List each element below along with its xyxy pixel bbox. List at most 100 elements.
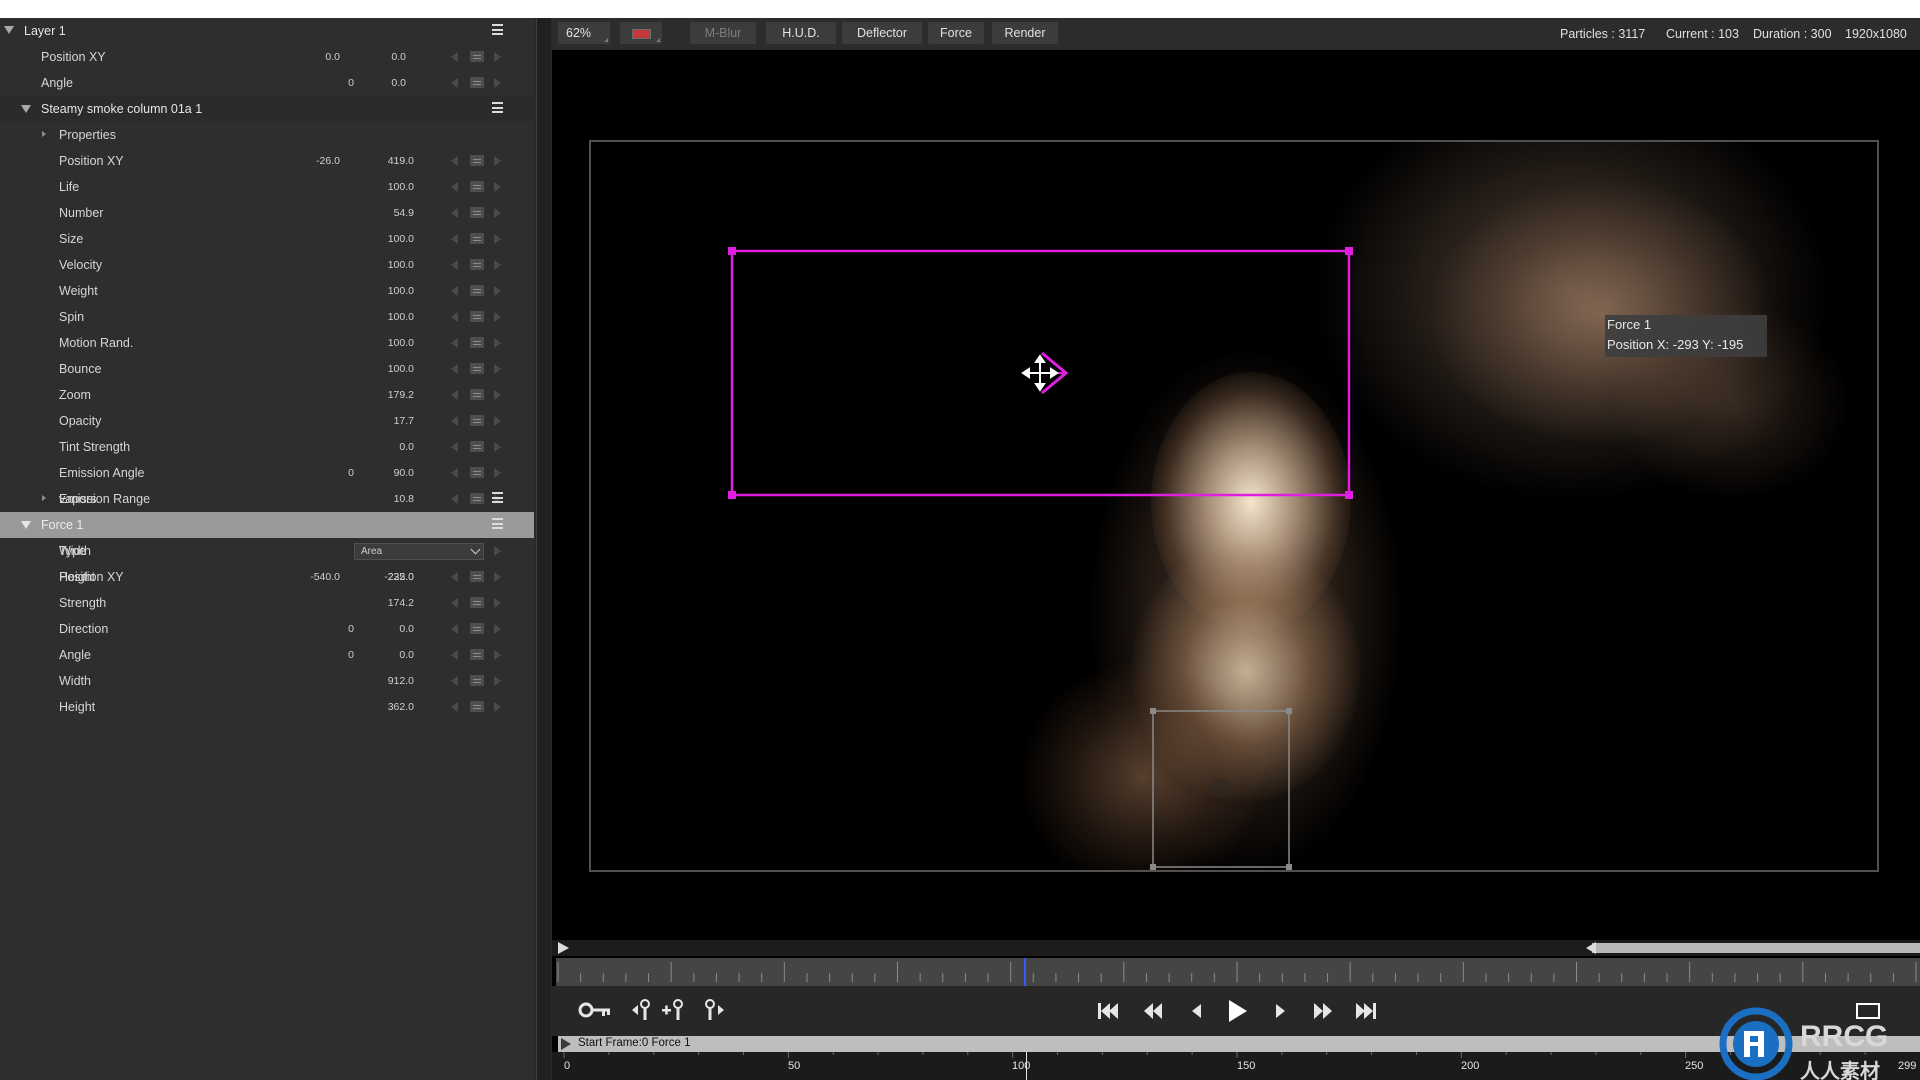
param-value[interactable]: 17.7 xyxy=(344,415,414,427)
step-forward-icon[interactable] xyxy=(1276,1004,1285,1018)
zoom-dropdown[interactable]: 62% xyxy=(558,22,610,44)
background-color-button[interactable] xyxy=(620,22,662,44)
param-row[interactable]: Zoom 179.2 xyxy=(0,382,534,408)
param-row[interactable]: Position XY -540.0 -225.0 xyxy=(0,564,534,590)
param-row[interactable]: Angle 0 0.0 xyxy=(0,70,534,96)
next-key-icon[interactable] xyxy=(494,468,501,478)
playhead[interactable] xyxy=(1024,958,1027,986)
next-key-icon[interactable] xyxy=(494,260,501,270)
prev-key-icon[interactable] xyxy=(451,260,458,270)
collapse-triangle-icon[interactable] xyxy=(21,521,31,529)
next-key-icon[interactable] xyxy=(494,156,501,166)
key-toggle-icon[interactable] xyxy=(470,207,484,218)
mblur-button[interactable]: M-Blur xyxy=(690,22,756,44)
keyframe-controls[interactable] xyxy=(448,180,508,194)
prev-key-icon[interactable] xyxy=(451,208,458,218)
param-value-y[interactable]: 0.0 xyxy=(336,51,406,63)
keyframe-controls[interactable] xyxy=(448,284,508,298)
type-row[interactable]: Type Area xyxy=(0,538,534,564)
param-value[interactable]: 179.2 xyxy=(344,389,414,401)
keyframe-controls[interactable] xyxy=(448,362,508,376)
rewind-icon[interactable] xyxy=(1144,1003,1162,1019)
prev-key-icon[interactable] xyxy=(451,676,458,686)
keyframe-controls[interactable] xyxy=(448,622,508,636)
prev-key-icon[interactable] xyxy=(451,624,458,634)
param-value[interactable]: 419.0 xyxy=(344,155,414,167)
key-toggle-icon[interactable] xyxy=(470,701,484,712)
hamburger-menu-icon[interactable] xyxy=(492,518,503,530)
viewport-canvas[interactable]: Force 1 Position X: -293 Y: -195 xyxy=(552,50,1920,940)
play-icon[interactable] xyxy=(1229,1000,1247,1022)
next-key-icon[interactable] xyxy=(494,676,501,686)
next-key-icon[interactable] xyxy=(494,390,501,400)
key-toggle-icon[interactable] xyxy=(470,181,484,192)
fast-forward-icon[interactable] xyxy=(1314,1003,1332,1019)
param-value[interactable]: 174.2 xyxy=(344,597,414,609)
param-row[interactable]: Weight 100.0 xyxy=(0,278,534,304)
next-key-icon[interactable] xyxy=(494,624,501,634)
keyframe-controls[interactable] xyxy=(448,596,508,610)
keyframe-controls[interactable] xyxy=(448,336,508,350)
param-row[interactable]: Height 362.0 xyxy=(0,694,534,720)
param-row[interactable]: Life 100.0 xyxy=(0,174,534,200)
prev-key-icon[interactable] xyxy=(451,156,458,166)
vapors-row[interactable]: vapors xyxy=(0,486,534,512)
key-toggle-icon[interactable] xyxy=(470,623,484,634)
param-value[interactable]: 100.0 xyxy=(344,285,414,297)
keyframe-controls[interactable] xyxy=(448,700,508,714)
next-key-icon[interactable] xyxy=(494,598,501,608)
key-toggle-icon[interactable] xyxy=(470,389,484,400)
prev-key-icon[interactable] xyxy=(451,650,458,660)
next-key-icon[interactable] xyxy=(494,208,501,218)
key-toggle-icon[interactable] xyxy=(470,415,484,426)
expand-triangle-icon[interactable] xyxy=(42,495,46,501)
next-key-icon[interactable] xyxy=(494,364,501,374)
key-icon[interactable] xyxy=(578,1002,610,1018)
param-value[interactable]: 0.0 xyxy=(344,441,414,453)
keyframe-controls[interactable] xyxy=(448,76,508,90)
prev-keyframe-icon[interactable] xyxy=(632,999,650,1020)
properties-row[interactable]: Properties xyxy=(0,122,534,148)
param-row[interactable]: Number 54.9 xyxy=(0,200,534,226)
param-value[interactable]: 100.0 xyxy=(344,259,414,271)
prev-key-icon[interactable] xyxy=(451,234,458,244)
key-toggle-icon[interactable] xyxy=(470,155,484,166)
key-toggle-icon[interactable] xyxy=(470,51,484,62)
next-key-icon[interactable] xyxy=(494,286,501,296)
param-row[interactable]: Position XY -26.0 419.0 xyxy=(0,148,534,174)
param-value-y[interactable]: 0.0 xyxy=(336,77,406,89)
hamburger-menu-icon[interactable] xyxy=(492,492,503,504)
key-toggle-icon[interactable] xyxy=(470,571,484,582)
param-value[interactable]: 100.0 xyxy=(344,337,414,349)
param-row[interactable]: Emission Angle 0 90.0 xyxy=(0,460,534,486)
prev-key-icon[interactable] xyxy=(451,286,458,296)
timeline-ruler[interactable] xyxy=(556,958,1920,986)
param-value[interactable]: 90.0 xyxy=(344,467,414,479)
collapse-triangle-icon[interactable] xyxy=(21,105,31,113)
collapse-triangle-icon[interactable] xyxy=(4,26,14,34)
emitter-center-crosshair-icon[interactable] xyxy=(1212,779,1230,797)
key-toggle-icon[interactable] xyxy=(470,259,484,270)
prev-key-icon[interactable] xyxy=(451,416,458,426)
prev-key-icon[interactable] xyxy=(451,598,458,608)
emitter-handle[interactable] xyxy=(1286,864,1292,870)
prev-key-icon[interactable] xyxy=(451,468,458,478)
param-value[interactable]: 0.0 xyxy=(344,649,414,661)
param-value[interactable]: -225.0 xyxy=(344,571,414,583)
go-to-start-icon[interactable] xyxy=(1098,1003,1118,1019)
key-toggle-icon[interactable] xyxy=(470,77,484,88)
keyframe-controls[interactable] xyxy=(448,570,508,584)
param-value[interactable]: 54.9 xyxy=(344,207,414,219)
resize-handle-bottom-left[interactable] xyxy=(728,491,736,499)
param-row[interactable]: Angle00.0 xyxy=(0,642,534,668)
param-value-x[interactable]: -26.0 xyxy=(270,155,340,167)
key-toggle-icon[interactable] xyxy=(470,337,484,348)
go-to-end-icon[interactable] xyxy=(1356,1003,1376,1019)
emitter-row[interactable]: Steamy smoke column 01a 1 xyxy=(0,96,534,122)
hamburger-menu-icon[interactable] xyxy=(492,24,503,36)
keyframe-controls[interactable] xyxy=(448,466,508,480)
range-start-marker[interactable] xyxy=(558,942,569,954)
render-button[interactable]: Render xyxy=(992,22,1058,44)
key-toggle-icon[interactable] xyxy=(470,467,484,478)
param-value[interactable]: 100.0 xyxy=(344,311,414,323)
